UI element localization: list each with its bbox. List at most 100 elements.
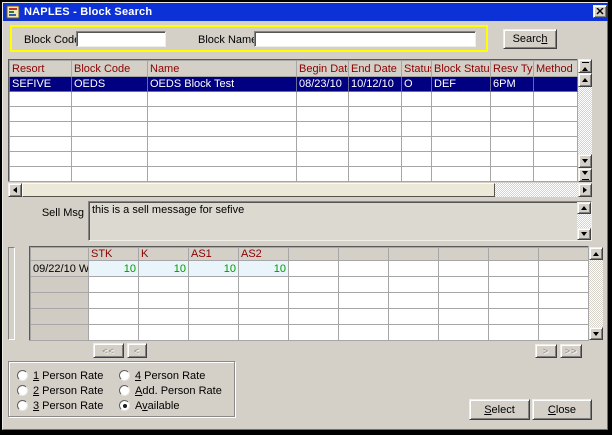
rate-grid-scrollbar[interactable] <box>589 247 603 340</box>
rate-nav-last-button[interactable]: >> <box>560 344 582 358</box>
rate-row-header: 09/22/10 Wed <box>31 261 89 277</box>
scroll-to-bottom-icon[interactable] <box>578 168 592 182</box>
rate-column-k: K <box>139 248 189 261</box>
title-bar[interactable]: NAPLES - Block Search <box>3 3 608 21</box>
scroll-down-icon[interactable] <box>577 228 591 240</box>
radio-add-person-rate[interactable]: Add. Person Rate <box>119 384 222 397</box>
rate-column-as2: AS2 <box>239 248 289 261</box>
search-button[interactable]: Search <box>503 29 557 49</box>
app-icon <box>6 5 20 19</box>
rate-column-as1: AS1 <box>189 248 239 261</box>
rate-grid-corner-cell <box>31 248 89 261</box>
column-header-block-code: Block Code <box>72 61 148 77</box>
rate-value-as1[interactable]: 10 <box>189 261 239 277</box>
radio-dot <box>123 404 127 408</box>
close-window-button[interactable] <box>593 5 607 18</box>
radio-label: Available <box>135 400 179 412</box>
scroll-left-icon[interactable] <box>8 183 22 197</box>
rate-row-date: 09/22/10 Wed 10 10 10 10 <box>31 261 589 277</box>
horizontal-scroll-thumb[interactable] <box>22 183 495 197</box>
rate-grid-header-row: STK K AS1 AS2 <box>31 248 589 261</box>
column-header-status: Status <box>402 61 432 77</box>
table-row-selected[interactable]: SEFIVE OEDS OEDS Block Test 08/23/10 10/… <box>10 77 578 92</box>
scroll-right-icon[interactable] <box>578 183 592 197</box>
table-row-empty <box>10 122 578 137</box>
radio-button[interactable] <box>17 400 28 411</box>
radio-label: 4 Person Rate <box>135 370 205 382</box>
scroll-up-icon[interactable] <box>578 73 592 87</box>
results-header-row: Resort Block Code Name Begin Date End Da… <box>10 61 578 77</box>
radio-label: Add. Person Rate <box>135 385 222 397</box>
scroll-to-top-icon[interactable] <box>578 59 592 73</box>
rate-value-as2[interactable]: 10 <box>239 261 289 277</box>
scroll-up-icon[interactable] <box>589 247 603 260</box>
select-button[interactable]: Select <box>469 399 530 420</box>
radio-1-person-rate[interactable]: 1 Person Rate <box>17 369 103 382</box>
radio-label: 2 Person Rate <box>33 385 103 397</box>
block-search-window: NAPLES - Block Search Block Code Block N… <box>0 0 612 435</box>
column-header-resort: Resort <box>10 61 72 77</box>
rate-row-empty <box>31 277 589 293</box>
cell-resv-type[interactable]: 6PM <box>491 77 534 92</box>
radio-label: 3 Person Rate <box>33 400 103 412</box>
rate-nav-next-button[interactable]: > <box>535 344 557 358</box>
radio-2-person-rate[interactable]: 2 Person Rate <box>17 384 103 397</box>
scroll-down-icon[interactable] <box>578 154 592 168</box>
radio-label: 1 Person Rate <box>33 370 103 382</box>
rate-row-empty <box>31 293 589 309</box>
block-code-label: Block Code <box>24 34 80 46</box>
cell-begin-date[interactable]: 08/23/10 <box>297 77 349 92</box>
radio-3-person-rate[interactable]: 3 Person Rate <box>17 399 103 412</box>
sell-msg-label: Sell Msg <box>20 207 84 219</box>
radio-4-person-rate[interactable]: 4 Person Rate <box>119 369 205 382</box>
block-name-input[interactable] <box>254 31 476 47</box>
scroll-down-icon[interactable] <box>589 327 603 340</box>
table-row-empty <box>10 92 578 107</box>
rate-value-stk[interactable]: 10 <box>89 261 139 277</box>
sell-msg-text: this is a sell message for sefive <box>89 202 591 218</box>
table-row-empty <box>10 152 578 167</box>
column-header-block-status: Block Status <box>432 61 491 77</box>
results-vertical-scrollbar[interactable] <box>578 59 592 182</box>
rate-options-groupbox: 1 Person Rate 2 Person Rate 3 Person Rat… <box>8 361 235 417</box>
results-table: Resort Block Code Name Begin Date End Da… <box>8 59 578 182</box>
rate-row-empty <box>31 325 589 341</box>
scroll-up-icon[interactable] <box>577 202 591 214</box>
radio-button[interactable] <box>119 370 130 381</box>
cell-resort[interactable]: SEFIVE <box>10 77 72 92</box>
radio-available[interactable]: Available <box>119 399 179 412</box>
radio-button[interactable] <box>119 400 130 411</box>
cell-block-code[interactable]: OEDS <box>72 77 148 92</box>
cell-block-status[interactable]: DEF <box>432 77 491 92</box>
block-code-input[interactable] <box>76 31 166 47</box>
radio-button[interactable] <box>119 385 130 396</box>
rate-column-stk: STK <box>89 248 139 261</box>
radio-button[interactable] <box>17 385 28 396</box>
cell-name[interactable]: OEDS Block Test <box>148 77 297 92</box>
column-header-end-date: End Date <box>349 61 402 77</box>
column-header-method: Method <box>534 61 578 77</box>
table-row-empty <box>10 107 578 122</box>
search-criteria-panel: Block Code Block Name <box>10 25 488 52</box>
results-horizontal-scrollbar[interactable] <box>8 183 592 197</box>
rate-row-empty <box>31 309 589 325</box>
cell-method[interactable] <box>534 77 578 92</box>
sell-msg-textarea[interactable]: this is a sell message for sefive <box>88 201 592 241</box>
close-button[interactable]: Close <box>532 399 592 420</box>
radio-button[interactable] <box>17 370 28 381</box>
column-header-resv-type: Resv Type <box>491 61 534 77</box>
table-row-empty <box>10 167 578 182</box>
column-header-name: Name <box>148 61 297 77</box>
rate-grid-left-gutter <box>8 247 15 340</box>
rate-grid: STK K AS1 AS2 09/22/10 Wed 10 10 10 10 <box>29 246 589 341</box>
table-row-empty <box>10 137 578 152</box>
cell-end-date[interactable]: 10/12/10 <box>349 77 402 92</box>
rate-value-k[interactable]: 10 <box>139 261 189 277</box>
sell-msg-scrollbar[interactable] <box>577 202 591 240</box>
cell-status[interactable]: O <box>402 77 432 92</box>
window-title: NAPLES - Block Search <box>24 6 152 18</box>
rate-nav-first-button[interactable]: << <box>93 343 124 358</box>
column-header-begin-date: Begin Date <box>297 61 349 77</box>
rate-nav-prev-button[interactable]: < <box>127 343 147 358</box>
close-icon <box>596 8 604 15</box>
